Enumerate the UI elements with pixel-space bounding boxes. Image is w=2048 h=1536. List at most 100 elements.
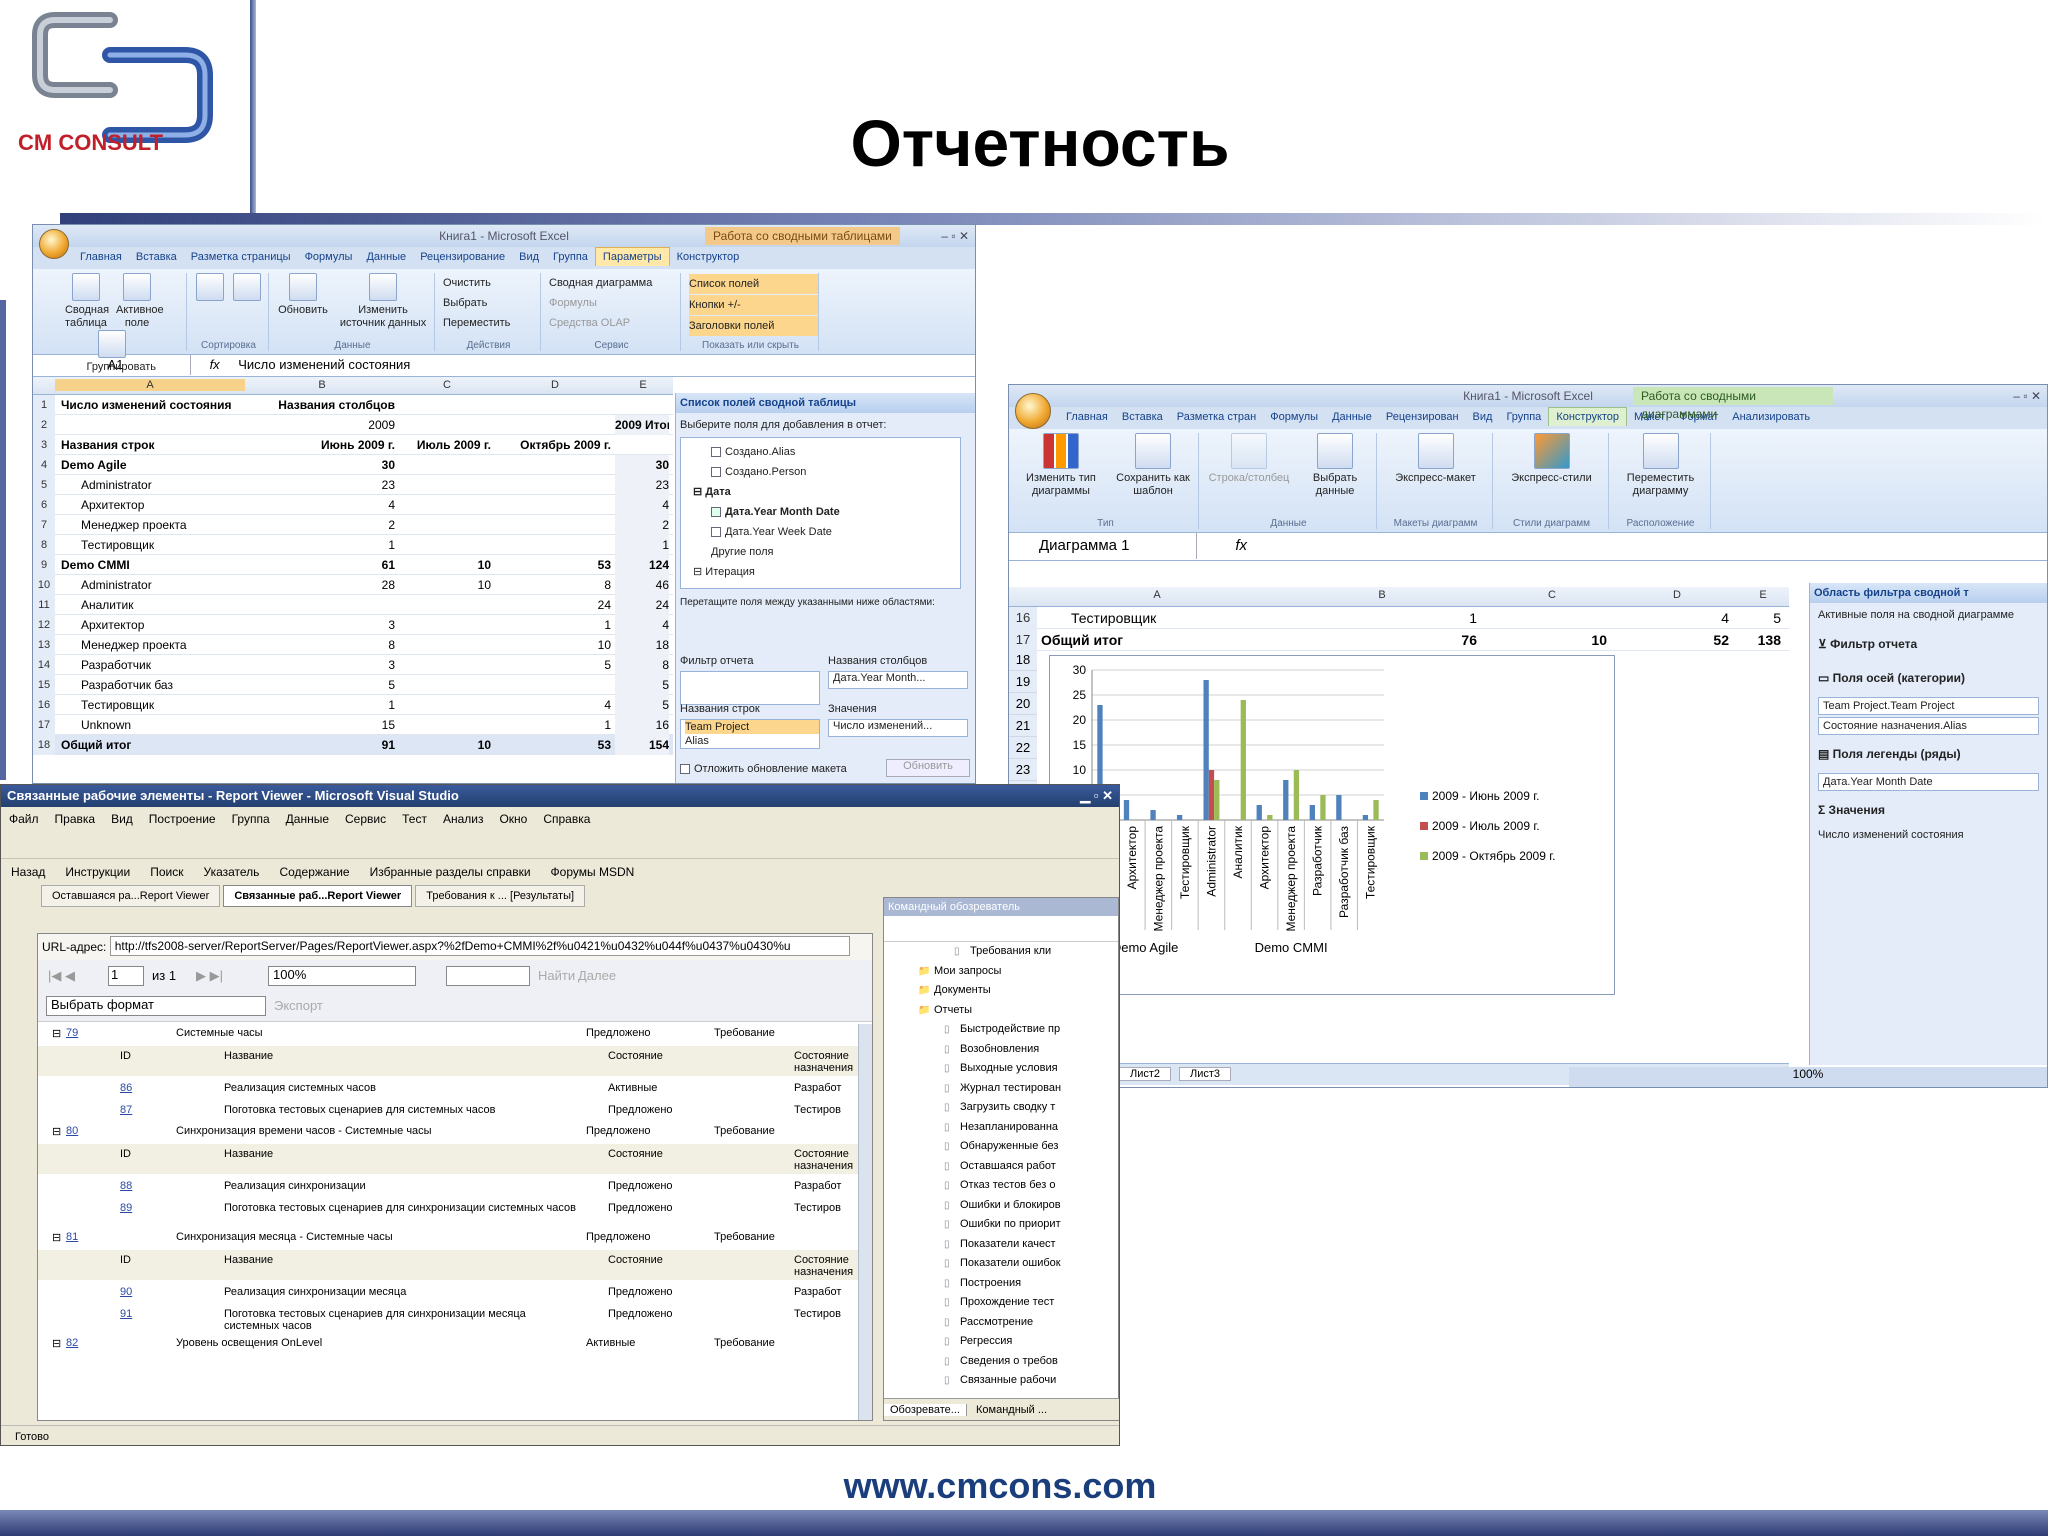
tab-page-layout[interactable]: Разметка страницы [184, 248, 298, 266]
explorer-item[interactable]: ▯ Отказ тестов без о [904, 1176, 1118, 1196]
bar[interactable] [1176, 815, 1183, 820]
work-item-link[interactable]: 79 [66, 1027, 78, 1039]
bar[interactable] [1309, 805, 1315, 820]
menu-item[interactable]: Построение [141, 807, 224, 831]
cell[interactable]: Тестировщик [57, 695, 243, 715]
expand-icon[interactable]: ⊟ [52, 1125, 61, 1138]
work-item-link[interactable]: 80 [66, 1125, 78, 1137]
cell[interactable]: Administrator [57, 475, 243, 495]
row-number[interactable]: 6 [33, 495, 55, 515]
value-field-chip[interactable]: Число изменений... [828, 719, 968, 737]
name-column-header[interactable]: Название [224, 1254, 584, 1266]
cell[interactable]: 53 [495, 555, 611, 575]
cell[interactable]: Общий итог [1041, 629, 1277, 651]
bar[interactable] [1336, 795, 1342, 820]
legend-field-chip[interactable]: Дата.Year Month Date [1818, 773, 2039, 791]
cell[interactable]: 1 [1277, 607, 1477, 629]
cell[interactable]: 10 [1487, 629, 1607, 651]
cell[interactable]: 23 [615, 475, 669, 495]
tab-group[interactable]: Группа [1499, 408, 1548, 426]
name-column-header[interactable]: Название [224, 1050, 584, 1062]
explorer-item[interactable]: 📁 Отчеты [904, 1001, 1118, 1021]
toolbar-button[interactable]: Форумы MSDN [541, 859, 645, 885]
row-number[interactable]: 13 [33, 635, 55, 655]
explorer-item[interactable]: ▯ Требования кли [904, 942, 1118, 962]
tab-design[interactable]: Конструктор [670, 248, 747, 266]
work-item-link[interactable]: 87 [120, 1104, 132, 1116]
cell[interactable]: Октябрь 2009 г. [495, 435, 611, 455]
sheet-tab-3[interactable]: Лист3 [1179, 1067, 1232, 1081]
export-link[interactable]: Экспорт [274, 998, 323, 1013]
col-c-header[interactable]: C [399, 379, 495, 391]
row-number[interactable]: 4 [33, 455, 55, 475]
expand-icon[interactable]: ⊟ [52, 1027, 61, 1040]
menu-item[interactable]: Сервис [337, 807, 394, 831]
select-data-button[interactable]: Выбрать данные [1300, 433, 1370, 498]
next-page-icon[interactable]: ▶ ▶| [196, 968, 223, 984]
update-button[interactable]: Обновить [886, 759, 970, 777]
doc-tab-linked[interactable]: Связанные раб...Report Viewer [223, 885, 413, 907]
office-button-icon[interactable] [39, 229, 69, 259]
explorer-item[interactable]: ▯ Незапланированна [904, 1118, 1118, 1138]
explorer-item[interactable]: ▯ Построения [904, 1274, 1118, 1294]
bar[interactable] [1320, 795, 1326, 820]
window-controls-icon[interactable]: – ▫ ✕ [941, 225, 969, 247]
report-scrollbar[interactable] [858, 1024, 872, 1420]
switch-row-column-button[interactable]: Строка/столбец [1207, 433, 1291, 485]
cell[interactable]: Тестировщик [57, 535, 243, 555]
explorer-item[interactable]: ▯ Оставшаяся работ [904, 1157, 1118, 1177]
cell[interactable]: 138 [1737, 629, 1781, 651]
cell[interactable]: Разработчик баз [57, 675, 243, 695]
state-column-header[interactable]: Состояние [608, 1254, 663, 1266]
explorer-item[interactable]: ▯ Обнаруженные без [904, 1137, 1118, 1157]
col-b-header[interactable]: B [1277, 589, 1487, 601]
next-link[interactable]: Далее [578, 968, 616, 983]
cell[interactable]: 2 [615, 515, 669, 535]
menu-item[interactable]: Анализ [435, 807, 492, 831]
bar[interactable] [1203, 680, 1209, 820]
select-button[interactable]: Выбрать [443, 293, 540, 313]
cell[interactable]: 5 [1737, 607, 1781, 629]
bar[interactable] [1283, 780, 1289, 820]
cell[interactable]: Менеджер проекта [57, 635, 243, 655]
cell[interactable]: 16 [615, 715, 669, 735]
cell[interactable]: Названия столбцов [245, 395, 395, 415]
tab-view[interactable]: Вид [512, 248, 546, 266]
cell[interactable]: 5 [245, 675, 395, 695]
col-c-header[interactable]: C [1487, 589, 1617, 601]
cell[interactable]: 1 [615, 535, 669, 555]
tab-analyze[interactable]: Анализировать [1725, 408, 1817, 426]
cell[interactable]: Demo CMMI [57, 555, 243, 575]
cell[interactable]: 15 [245, 715, 395, 735]
expand-icon[interactable]: ⊟ [52, 1337, 61, 1350]
sort-button[interactable] [233, 273, 262, 304]
cell[interactable]: Названия строк [57, 435, 243, 455]
window-controls-icon[interactable]: ▁ ▫ ✕ [1080, 785, 1113, 807]
axis-field-chip[interactable]: Team Project.Team Project [1818, 697, 2039, 715]
cell[interactable]: 10 [495, 635, 611, 655]
menu-item[interactable]: Тест [394, 807, 435, 831]
defer-update-checkbox[interactable]: Отложить обновление макета [680, 763, 860, 775]
row-number[interactable]: 12 [33, 615, 55, 635]
row-number[interactable]: 14 [33, 655, 55, 675]
values-field[interactable]: Число изменений состояния [1810, 827, 2047, 843]
toolbar-button[interactable]: Назад [1, 859, 55, 885]
row-number[interactable]: 2 [33, 415, 55, 435]
page-input[interactable]: 1 [108, 966, 144, 986]
sheet-tab-2[interactable]: Лист2 [1119, 1067, 1172, 1081]
cell[interactable]: Тестировщик [1041, 607, 1277, 629]
cell[interactable]: 53 [495, 735, 611, 755]
toolbar-button[interactable]: Содержание [269, 859, 359, 885]
explorer-item[interactable]: ▯ Связанные рабочи [904, 1371, 1118, 1391]
row-number[interactable]: 8 [33, 535, 55, 555]
field-item[interactable]: Другие поля [711, 542, 930, 562]
fx-icon[interactable]: fx [1201, 533, 1281, 559]
row-number[interactable]: 16 [33, 695, 55, 715]
cell[interactable]: 8 [245, 635, 395, 655]
cell[interactable]: Июль 2009 г. [399, 435, 491, 455]
buttons-toggle[interactable]: Кнопки +/- [689, 295, 818, 315]
explorer-item[interactable]: 📁 Мои запросы [904, 962, 1118, 982]
explorer-item[interactable]: ▯ Выходные условия [904, 1059, 1118, 1079]
group-button[interactable]: Группировать [87, 330, 156, 374]
work-item-link[interactable]: 86 [120, 1082, 132, 1094]
